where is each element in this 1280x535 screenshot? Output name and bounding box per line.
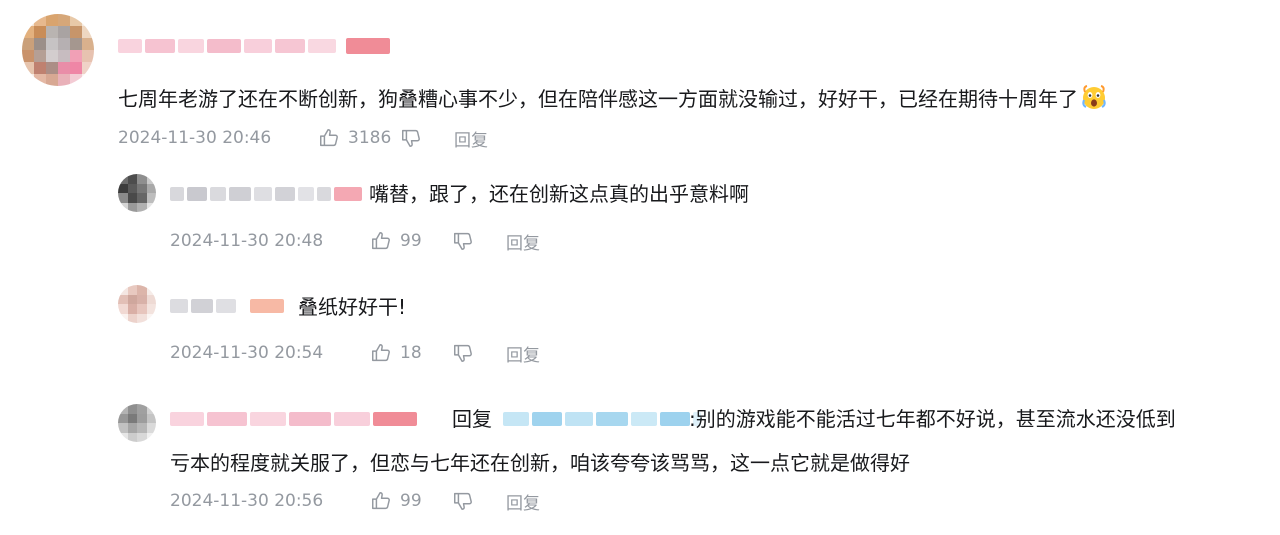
reply-text: 叠纸好好干!: [298, 295, 407, 319]
like-button[interactable]: 99: [370, 230, 452, 252]
thumbs-up-icon: [320, 129, 338, 147]
like-count: 18: [400, 343, 422, 363]
reply-time: 2024-11-30 20:48: [170, 231, 324, 251]
reply-prefix: 回复: [452, 407, 492, 431]
reply-time: 2024-11-30 20:54: [170, 343, 324, 363]
like-button[interactable]: 18: [370, 342, 452, 364]
thumbs-up-icon: [372, 232, 390, 250]
avatar[interactable]: [118, 285, 156, 323]
avatar[interactable]: [118, 174, 156, 212]
screaming-face-emoji-icon: [1080, 83, 1108, 111]
comment-time: 2024-11-30 20:46: [118, 128, 272, 148]
reply-meta: 2024-11-30 20:48 99 回复: [170, 229, 540, 254]
thumbs-down-icon: [402, 129, 420, 147]
avatar[interactable]: [118, 404, 156, 442]
reply-text-line2: 亏本的程度就关服了，但恋与七年还在创新，咱该夸夸该骂骂，这一点它就是做得好: [170, 451, 910, 475]
comment-text: 七周年老游了还在不断创新，狗叠糟心事不少，但在陪伴感这一方面就没输过，好好干，已…: [118, 83, 1108, 113]
reply-button[interactable]: 回复: [454, 126, 488, 151]
like-count: 3186: [348, 128, 392, 148]
avatar[interactable]: [22, 14, 94, 86]
thumbs-down-icon: [454, 232, 472, 250]
comment-meta: 2024-11-30 20:46 3186 回复: [118, 126, 488, 151]
like-button[interactable]: 99: [370, 490, 452, 512]
reply-button[interactable]: 回复: [506, 341, 540, 366]
username-blurred[interactable]: [170, 298, 284, 314]
thumbs-up-icon: [372, 492, 390, 510]
reply-button[interactable]: 回复: [506, 489, 540, 514]
username-blurred[interactable]: [118, 38, 390, 54]
dislike-button[interactable]: [452, 342, 506, 364]
reply-target-username-blurred[interactable]: [503, 411, 701, 427]
dislike-button[interactable]: [452, 230, 506, 252]
thumbs-down-icon: [454, 344, 472, 362]
thumbs-down-icon: [454, 492, 472, 510]
dislike-button[interactable]: [400, 127, 454, 149]
reply-text-line1: :别的游戏能不能活过七年都不好说，甚至流水还没低到: [689, 407, 1176, 431]
username-blurred[interactable]: [170, 186, 362, 202]
username-blurred[interactable]: [170, 411, 417, 427]
like-count: 99: [400, 491, 422, 511]
reply-meta: 2024-11-30 20:56 99 回复: [170, 489, 540, 514]
dislike-button[interactable]: [452, 490, 506, 512]
comment-text-content: 七周年老游了还在不断创新，狗叠糟心事不少，但在陪伴感这一方面就没输过，好好干，已…: [118, 87, 1078, 111]
reply-button[interactable]: 回复: [506, 229, 540, 254]
reply-text: 嘴替，跟了，还在创新这点真的出乎意料啊: [369, 182, 749, 206]
thumbs-up-icon: [372, 344, 390, 362]
like-count: 99: [400, 231, 422, 251]
reply-meta: 2024-11-30 20:54 18 回复: [170, 341, 540, 366]
reply-time: 2024-11-30 20:56: [170, 491, 324, 511]
like-button[interactable]: 3186: [318, 127, 400, 149]
reply-text: 回复: [452, 405, 492, 433]
